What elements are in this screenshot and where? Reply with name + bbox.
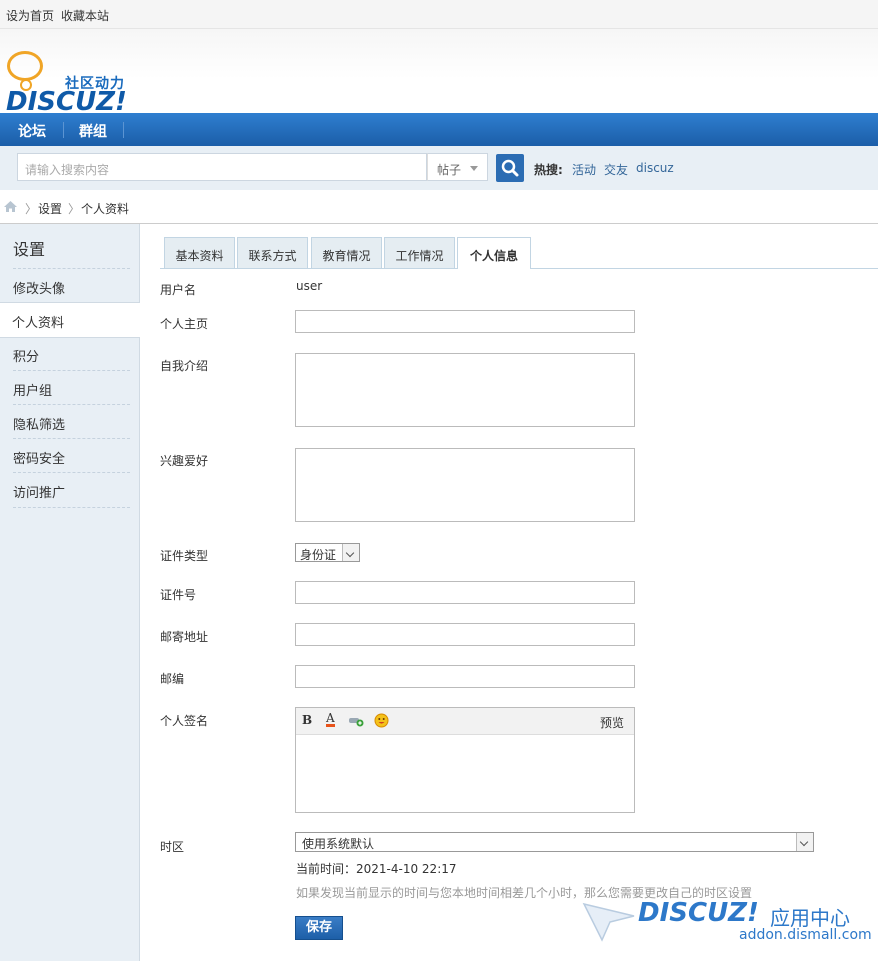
zipcode-label: 邮编 bbox=[160, 672, 185, 686]
settings-sidebar: 设置 修改头像 个人资料 积分 用户组 隐私筛选 密码安全 访问推广 bbox=[0, 224, 140, 961]
idtype-select[interactable]: 身份证 bbox=[295, 543, 360, 562]
set-homepage-link[interactable]: 设为首页 bbox=[6, 7, 54, 24]
chevron-down-icon bbox=[470, 166, 478, 171]
insert-link-icon[interactable] bbox=[348, 715, 364, 727]
homepage-label: 个人主页 bbox=[160, 317, 209, 331]
tab-work[interactable]: 工作情况 bbox=[384, 237, 455, 268]
username-value: user bbox=[296, 279, 323, 293]
bio-label: 自我介绍 bbox=[160, 359, 209, 373]
breadcrumb: 〉 设置 〉 个人资料 bbox=[0, 190, 878, 224]
tab-basic-info[interactable]: 基本资料 bbox=[164, 237, 235, 268]
breadcrumb-separator: 〉 bbox=[68, 202, 81, 216]
sidebar-item-password[interactable]: 密码安全 bbox=[13, 438, 130, 472]
breadcrumb-separator: 〉 bbox=[25, 202, 38, 216]
sidebar-item-label: 隐私筛选 bbox=[13, 418, 66, 433]
signature-label: 个人签名 bbox=[160, 714, 209, 728]
address-input[interactable] bbox=[295, 623, 635, 646]
timezone-select[interactable]: 使用系统默认 bbox=[295, 832, 814, 852]
sidebar-item-label: 访问推广 bbox=[13, 486, 66, 501]
header: 社区动力 DISCUZ! bbox=[0, 29, 878, 117]
interests-label: 兴趣爱好 bbox=[160, 454, 209, 468]
hot-search-link[interactable]: 交友 bbox=[604, 161, 628, 178]
sidebar-item-label: 修改头像 bbox=[13, 282, 66, 297]
nav-item-forum[interactable]: 论坛 bbox=[18, 121, 46, 141]
breadcrumb-profile[interactable]: 个人资料 bbox=[81, 200, 129, 217]
tab-label: 联系方式 bbox=[248, 249, 297, 263]
tab-label: 工作情况 bbox=[395, 249, 444, 263]
sidebar-item-label: 积分 bbox=[13, 350, 40, 365]
timezone-label: 时区 bbox=[160, 840, 185, 854]
hot-search-link[interactable]: discuz bbox=[636, 161, 674, 175]
main-nav: 论坛 群组 bbox=[0, 113, 878, 146]
sidebar-item-label: 密码安全 bbox=[13, 452, 66, 467]
bookmark-site-link[interactable]: 收藏本站 bbox=[61, 7, 109, 24]
discuz-logo[interactable]: 社区动力 DISCUZ! bbox=[2, 39, 137, 117]
idnumber-label: 证件号 bbox=[160, 588, 197, 602]
interests-textarea[interactable] bbox=[295, 448, 635, 522]
idtype-value: 身份证 bbox=[300, 548, 337, 562]
search-bar: 请输入搜索内容 帖子 热搜: 活动 交友 discuz bbox=[0, 146, 878, 190]
homepage-input[interactable] bbox=[295, 310, 635, 333]
search-input[interactable]: 请输入搜索内容 bbox=[17, 153, 427, 181]
tab-label: 教育情况 bbox=[322, 249, 371, 263]
sidebar-item-usergroup[interactable]: 用户组 bbox=[13, 370, 130, 404]
font-color-icon[interactable]: A bbox=[326, 712, 335, 727]
watermark-arrow-icon bbox=[582, 902, 635, 942]
chevron-down-icon bbox=[342, 544, 359, 561]
search-icon bbox=[501, 159, 519, 177]
zipcode-input[interactable] bbox=[295, 665, 635, 688]
search-type-select[interactable]: 帖子 bbox=[427, 153, 488, 181]
username-label: 用户名 bbox=[160, 283, 197, 297]
bold-icon[interactable]: B bbox=[302, 713, 312, 727]
logo-bubble-icon bbox=[7, 51, 43, 81]
sidebar-item-avatar[interactable]: 修改头像 bbox=[13, 268, 130, 302]
idnumber-input[interactable] bbox=[295, 581, 635, 604]
signature-editor: B A 预览 bbox=[295, 707, 635, 813]
idtype-label: 证件类型 bbox=[160, 549, 209, 563]
sidebar-item-credits[interactable]: 积分 bbox=[13, 337, 130, 370]
hot-search-link[interactable]: 活动 bbox=[572, 161, 596, 178]
chevron-down-icon bbox=[796, 833, 813, 851]
save-button[interactable]: 保存 bbox=[295, 916, 343, 940]
top-bar: 设为首页 收藏本站 bbox=[0, 0, 878, 29]
search-placeholder: 请输入搜索内容 bbox=[25, 163, 110, 177]
preview-button[interactable]: 预览 bbox=[600, 714, 624, 731]
tab-education[interactable]: 教育情况 bbox=[311, 237, 382, 268]
breadcrumb-settings[interactable]: 设置 bbox=[38, 200, 62, 217]
watermark-brand: DISCUZ! bbox=[638, 898, 759, 928]
bio-textarea[interactable] bbox=[295, 353, 635, 427]
timezone-value: 使用系统默认 bbox=[302, 837, 375, 851]
watermark-url: addon.dismall.com bbox=[739, 927, 872, 943]
home-icon[interactable] bbox=[3, 200, 18, 213]
tab-personal-info[interactable]: 个人信息 bbox=[457, 237, 531, 269]
sidebar-title: 设置 bbox=[13, 240, 46, 259]
nav-divider bbox=[123, 122, 124, 138]
hot-search-label: 热搜: bbox=[534, 163, 563, 177]
tab-label: 个人信息 bbox=[469, 249, 518, 263]
search-button[interactable] bbox=[496, 154, 524, 182]
nav-divider bbox=[63, 122, 64, 138]
address-label: 邮寄地址 bbox=[160, 630, 209, 644]
sidebar-item-profile[interactable]: 个人资料 bbox=[0, 302, 140, 338]
sidebar-item-promotion[interactable]: 访问推广 bbox=[13, 472, 130, 508]
editor-toolbar: B A 预览 bbox=[296, 708, 634, 735]
nav-item-group[interactable]: 群组 bbox=[79, 121, 107, 141]
current-time: 当前时间：2021-4-10 22:17 bbox=[296, 862, 457, 876]
sidebar-item-privacy[interactable]: 隐私筛选 bbox=[13, 404, 130, 438]
tab-label: 基本资料 bbox=[175, 249, 224, 263]
sidebar-item-label: 个人资料 bbox=[12, 316, 65, 331]
emoticon-icon[interactable] bbox=[374, 713, 389, 728]
sidebar-item-label: 用户组 bbox=[13, 384, 53, 399]
search-type-value: 帖子 bbox=[437, 163, 462, 177]
tab-contact[interactable]: 联系方式 bbox=[237, 237, 308, 268]
